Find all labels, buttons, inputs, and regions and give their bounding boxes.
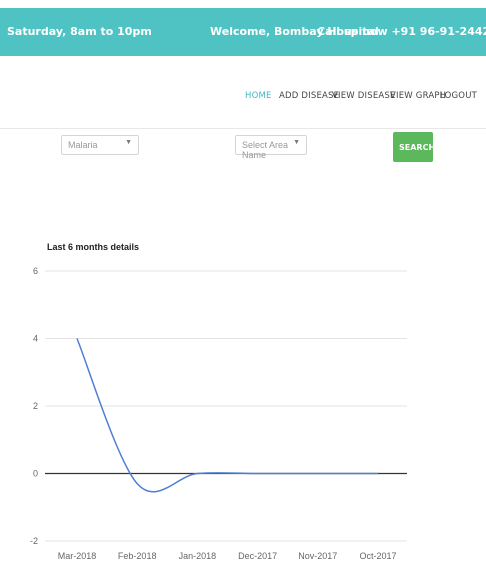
x-tick-label: Dec-2017 xyxy=(238,551,277,561)
x-tick-label: Nov-2017 xyxy=(298,551,337,561)
x-axis-ticks: Mar-2018 Feb-2018 Jan-2018 Dec-2017 Nov-2017… xyxy=(58,551,397,561)
y-tick-label: -2 xyxy=(30,536,38,546)
x-tick-label: Mar-2018 xyxy=(58,551,97,561)
chart-grid xyxy=(45,270,407,542)
chart-series xyxy=(76,338,378,493)
y-tick-label: 0 xyxy=(33,469,38,479)
x-tick-label: Feb-2018 xyxy=(118,551,157,561)
x-tick-label: Jan-2018 xyxy=(179,551,217,561)
series-line xyxy=(76,338,378,493)
y-axis-ticks: -2 0 2 4 6 xyxy=(30,266,38,546)
line-chart: -2 0 2 4 6 Mar-2018 Feb-2018 Jan-2018 Dec-2017 N… xyxy=(30,266,407,561)
y-tick-label: 2 xyxy=(33,401,38,411)
x-tick-label: Oct-2017 xyxy=(359,551,396,561)
y-tick-label: 4 xyxy=(33,334,38,344)
y-tick-label: 6 xyxy=(33,266,38,276)
